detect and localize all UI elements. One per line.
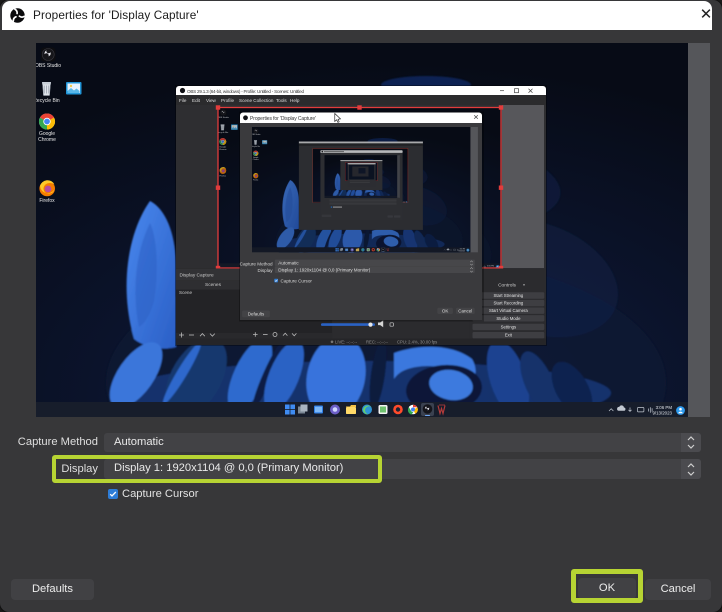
svg-text:Defaults: Defaults — [248, 312, 265, 317]
svg-text:Start Virtual Camera: Start Virtual Camera — [489, 308, 528, 313]
svg-text:Capture Method: Capture Method — [240, 261, 273, 266]
svg-text:View: View — [206, 98, 217, 103]
svg-text:Edit: Edit — [192, 98, 201, 103]
svg-text:Start Streaming: Start Streaming — [493, 293, 523, 298]
svg-text:Start Recording: Start Recording — [493, 301, 523, 306]
svg-text:Automatic: Automatic — [278, 261, 299, 266]
svg-text:Profile: Profile — [221, 98, 234, 103]
svg-text:REC: --:--:--: REC: --:--:-- — [366, 339, 388, 344]
svg-text:Tools: Tools — [276, 98, 287, 103]
svg-text:Controls: Controls — [498, 283, 516, 289]
svg-text:Exit: Exit — [505, 333, 513, 338]
svg-text:Properties for 'Display Captur: Properties for 'Display Capture' — [250, 116, 316, 122]
svg-text:Scenes: Scenes — [205, 282, 222, 288]
svg-text:Display Capture: Display Capture — [180, 273, 214, 279]
svg-text:Settings: Settings — [501, 324, 517, 329]
svg-text:CPU: 2.4%, 30.00 fps: CPU: 2.4%, 30.00 fps — [397, 339, 437, 344]
svg-text:Capture Cursor: Capture Cursor — [281, 279, 313, 284]
svg-text:Display: Display — [258, 268, 274, 273]
svg-text:Scene Collection: Scene Collection — [239, 98, 274, 103]
svg-text:OK: OK — [442, 309, 449, 314]
svg-text:OBS 29.1.3 (64-bit, windows) -: OBS 29.1.3 (64-bit, windows) - Profile: … — [187, 89, 304, 94]
svg-text:Scene: Scene — [179, 290, 192, 295]
svg-text:File: File — [179, 98, 187, 103]
svg-text:LIVE: --:--:--: LIVE: --:--:-- — [335, 339, 358, 344]
svg-text:Help: Help — [290, 98, 300, 103]
svg-text:Display 1: 1920x1104 @ 0,0 (Pr: Display 1: 1920x1104 @ 0,0 (Primary Moni… — [278, 267, 370, 272]
svg-text:Cancel: Cancel — [458, 309, 472, 314]
svg-text:Studio Mode: Studio Mode — [496, 316, 521, 321]
